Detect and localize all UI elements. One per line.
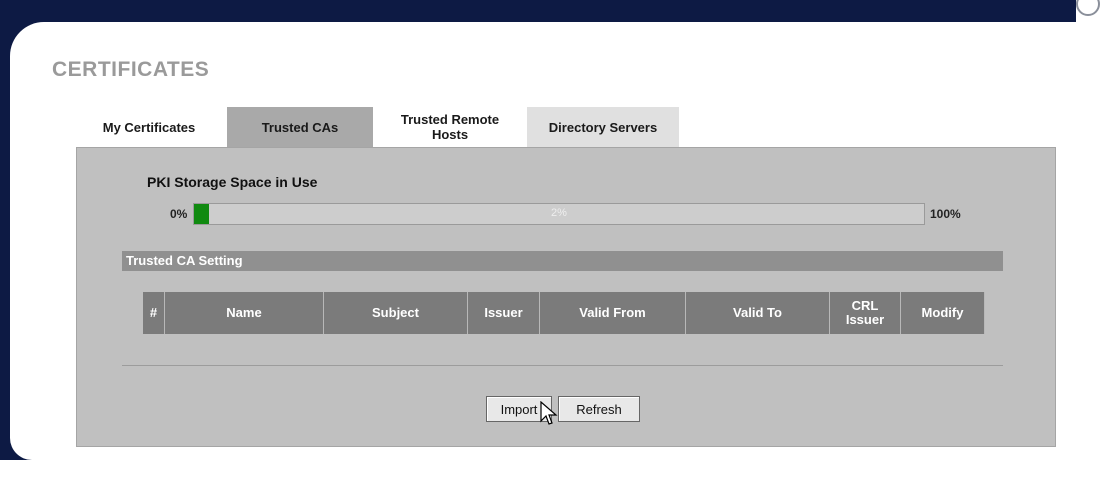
- pki-storage-title: PKI Storage Space in Use: [147, 174, 318, 190]
- section-title: Trusted CA Setting: [122, 251, 1003, 271]
- refresh-button[interactable]: Refresh: [558, 396, 640, 422]
- column-header-issuer: Issuer: [468, 292, 540, 334]
- arrow-cursor-icon: [540, 401, 558, 425]
- window-corner: [1076, 0, 1106, 22]
- tab-trusted-cas[interactable]: Trusted CAs: [227, 107, 373, 147]
- column-header-name: Name: [165, 292, 324, 334]
- page-title: CERTIFICATES: [52, 58, 210, 81]
- pki-usage-label: 2%: [551, 207, 567, 219]
- pki-max-label: 100%: [930, 207, 961, 221]
- tab-directory-servers[interactable]: Directory Servers: [527, 107, 679, 147]
- divider: [122, 365, 1003, 366]
- column-header-index: #: [143, 292, 165, 334]
- trusted-ca-table-header: # Name Subject Issuer Valid From Valid T…: [143, 292, 985, 334]
- tab-trusted-remote-hosts-label: Trusted Remote Hosts: [400, 112, 500, 142]
- tab-trusted-remote-hosts[interactable]: Trusted Remote Hosts: [376, 107, 524, 147]
- column-header-valid-from: Valid From: [540, 292, 686, 334]
- window-control-icon: [1076, 0, 1100, 16]
- column-header-valid-to: Valid To: [686, 292, 830, 334]
- crl-issuer-label: CRL Issuer: [845, 298, 885, 327]
- column-header-subject: Subject: [324, 292, 468, 334]
- column-header-crl-issuer: CRL Issuer: [830, 292, 901, 334]
- column-header-modify: Modify: [901, 292, 985, 334]
- bottom-strip: [0, 460, 1106, 482]
- tab-my-certificates[interactable]: My Certificates: [76, 107, 222, 147]
- pki-min-label: 0%: [170, 207, 188, 221]
- pki-storage-bar: 2%: [193, 203, 925, 225]
